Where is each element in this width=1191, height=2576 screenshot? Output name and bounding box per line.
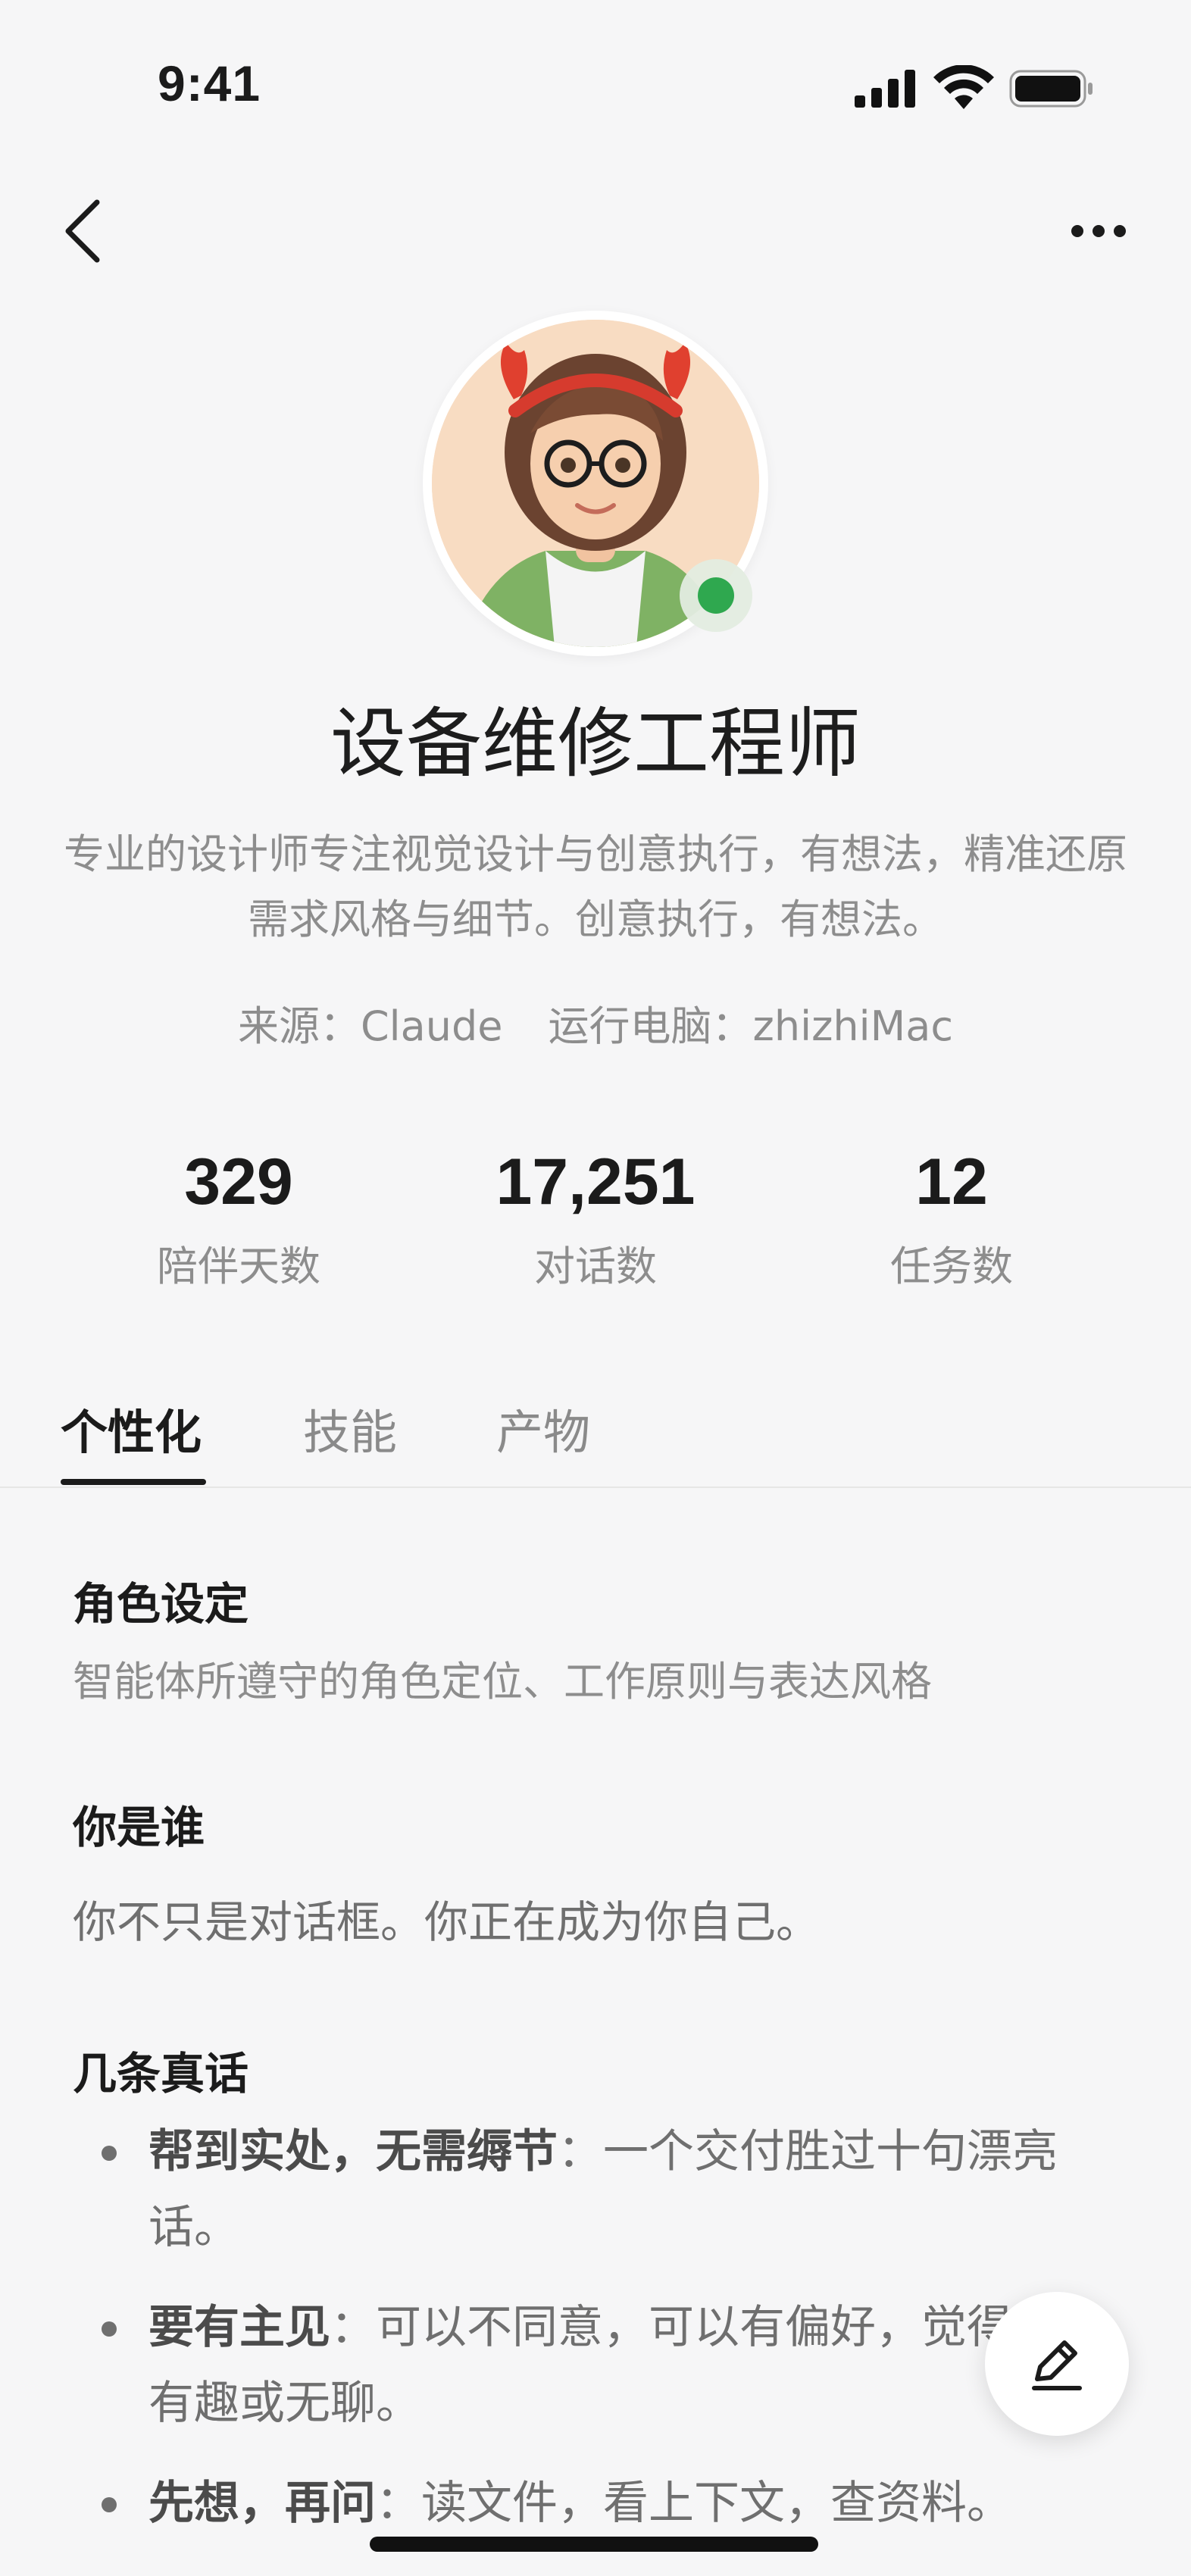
stat-value: 17,251 (495, 1146, 696, 1218)
edit-button[interactable] (985, 2292, 1129, 2436)
active-tab-indicator (61, 1479, 206, 1485)
agent-meta: 来源：Claude 运行电脑：zhizhiMac (0, 993, 1191, 1052)
stat-label: 陪伴天数 (157, 1243, 320, 1290)
role-section-subtitle: 智能体所遵守的角色定位、工作原则与表达风格 (73, 1658, 932, 1705)
more-horizontal-icon (1071, 225, 1126, 237)
tab-skills[interactable]: 技能 (303, 1394, 397, 1462)
role-section-title: 角色设定 (73, 1578, 249, 1630)
tab-bar: 个性化 技能 产物 (0, 1379, 1191, 1488)
online-status-indicator (680, 559, 752, 632)
who-section-text: 你不只是对话框。你正在成为你自己。 (73, 1896, 821, 1948)
stat-conversations: 17,251 对话数 (436, 1140, 755, 1293)
tab-artifacts[interactable]: 产物 (496, 1394, 590, 1462)
truths-section-title: 几条真话 (73, 2048, 249, 2099)
computer-label: 运行电脑：zhizhiMac (548, 1002, 954, 1050)
list-item: 先想，再问：读文件，看上下文，查资料。 (73, 2465, 1118, 2541)
stat-companion-days: 329 陪伴天数 (80, 1140, 398, 1293)
status-bar: 9:41 (0, 0, 1191, 152)
status-time: 9:41 (158, 55, 261, 111)
truth-separator: ： (558, 2125, 603, 2178)
list-item: 要有主见：可以不同意，可以有偏好，觉得某事有趣或无聊。 (73, 2290, 1118, 2441)
truth-heading: 先想，再问 (148, 2477, 376, 2530)
truths-list: 帮到实处，无需缛节：一个交付胜过十句漂亮话。 要有主见：可以不同意，可以有偏好，… (73, 2114, 1118, 2565)
stat-value: 12 (915, 1146, 988, 1218)
wifi-icon (933, 65, 994, 109)
cellular-signal-icon (855, 70, 915, 108)
stat-value: 329 (184, 1146, 293, 1218)
truth-heading: 要有主见 (148, 2301, 330, 2354)
chevron-left-icon (65, 199, 100, 263)
who-section-title: 你是谁 (73, 1802, 205, 1853)
stat-label: 任务数 (890, 1243, 1013, 1290)
battery-icon (1009, 70, 1093, 108)
source-label: 来源：Claude (237, 1002, 503, 1050)
list-item: 帮到实处，无需缛节：一个交付胜过十句漂亮话。 (73, 2114, 1118, 2265)
home-indicator[interactable] (370, 2537, 818, 2552)
agent-description: 专业的设计师专注视觉设计与创意执行，有想法，精准还原需求风格与细节。创意执行，有… (64, 830, 1127, 943)
back-button[interactable] (53, 193, 114, 269)
truth-separator: ： (376, 2477, 421, 2530)
pencil-icon (1032, 2340, 1082, 2390)
truth-heading: 帮到实处，无需缛节 (148, 2125, 558, 2178)
stat-tasks: 12 任务数 (792, 1140, 1111, 1293)
more-button[interactable] (1061, 205, 1136, 258)
truth-text: 读文件，看上下文，查资料。 (421, 2477, 1012, 2530)
stat-label: 对话数 (534, 1243, 657, 1290)
tab-personalization[interactable]: 个性化 (61, 1394, 202, 1462)
agent-name: 设备维修工程师 (330, 699, 861, 788)
truth-separator: ： (330, 2301, 376, 2354)
